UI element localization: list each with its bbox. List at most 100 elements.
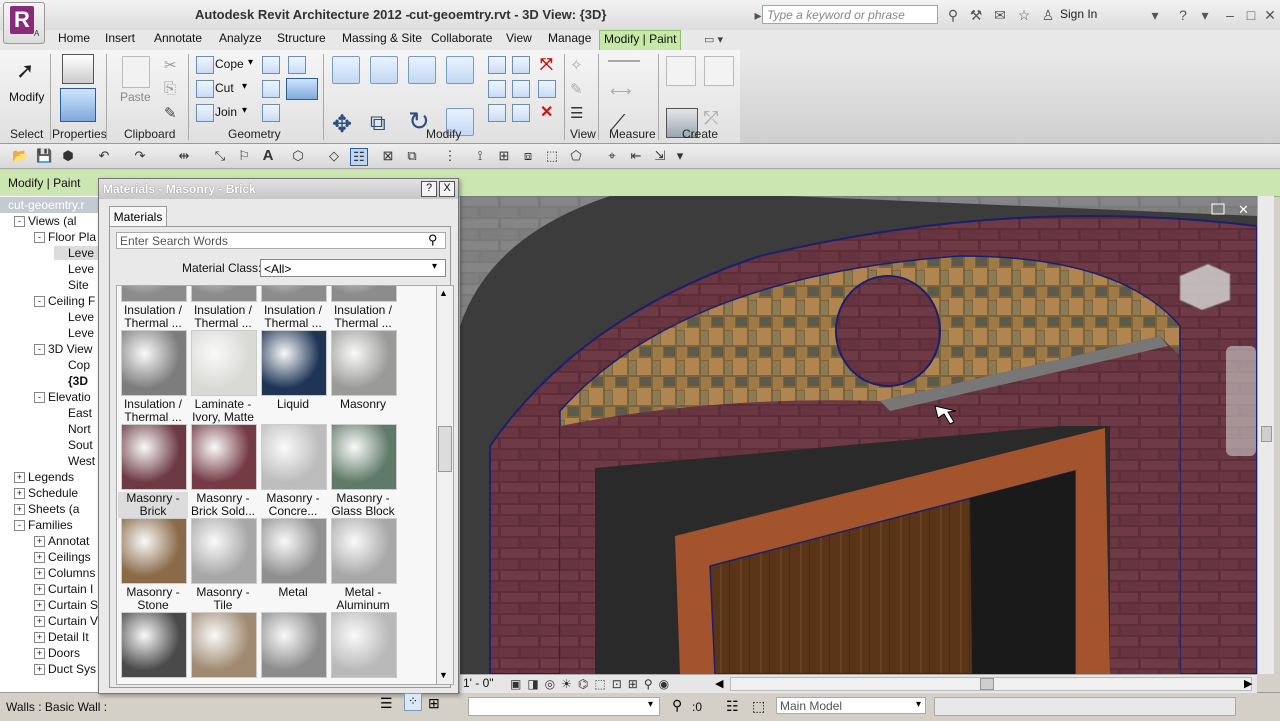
expand-icon[interactable]: +	[34, 664, 45, 676]
override-graphics-icon[interactable]: ✧	[570, 56, 583, 74]
measure-tool-icon[interactable]: ⇹	[176, 148, 192, 164]
aligned-dimension-icon[interactable]	[608, 60, 640, 66]
expand-icon[interactable]: +	[34, 600, 45, 612]
tab-manage[interactable]: Manage	[544, 30, 595, 49]
demolish-icon[interactable]	[288, 56, 306, 74]
filter-icon[interactable]: ⬚	[544, 148, 560, 164]
split-element-icon[interactable]	[512, 56, 530, 74]
material-grid-scrollbar[interactable]: ▲ ▼	[436, 285, 454, 685]
tag-icon[interactable]: ⚐	[236, 148, 252, 164]
pin-icon[interactable]	[488, 104, 506, 122]
unpin-icon[interactable]	[512, 104, 530, 122]
modify-button[interactable]: Modify	[9, 90, 44, 104]
navigation-bar[interactable]	[1226, 346, 1256, 456]
scroll-up-icon[interactable]: ▲	[439, 288, 448, 298]
material-swatch[interactable]	[191, 330, 257, 396]
customize-qat-icon[interactable]: ▾	[672, 148, 688, 164]
material-swatch-label[interactable]: Metal	[258, 586, 328, 599]
infocenter-search-input[interactable]: Type a keyword or phrase	[762, 5, 938, 24]
material-swatch-label[interactable]: Laminate - Ivory, Matte	[188, 398, 258, 424]
material-swatch[interactable]	[121, 612, 187, 678]
copy-icon[interactable]: ⎘	[164, 80, 176, 97]
cope-icon[interactable]	[196, 56, 214, 74]
ribbon-minimize-icon[interactable]: ▭ ▾	[704, 33, 723, 46]
material-swatch-label[interactable]: Insulation / Thermal ...	[328, 304, 398, 330]
help-dropdown-icon[interactable]: ▾	[1197, 7, 1213, 23]
minimize-window-icon[interactable]: –	[1222, 7, 1238, 23]
material-swatch[interactable]	[331, 330, 397, 396]
close-hidden-windows-icon[interactable]: ⊠	[380, 148, 396, 164]
view-scroll-left-icon[interactable]: ◀	[715, 677, 723, 690]
close-window-icon[interactable]: ✕	[1262, 7, 1278, 23]
material-swatch-label[interactable]: Insulation / Thermal ...	[118, 398, 188, 424]
type-properties-icon[interactable]	[62, 54, 94, 84]
expand-icon[interactable]: +	[34, 648, 45, 660]
expand-icon[interactable]: +	[14, 504, 25, 516]
material-swatch[interactable]	[191, 286, 257, 302]
list-view-icon[interactable]: ☰	[380, 695, 393, 712]
tab-home[interactable]: Home	[54, 30, 94, 49]
tab-annotate[interactable]: Annotate	[150, 30, 206, 49]
material-swatch[interactable]	[331, 518, 397, 584]
open-icon[interactable]: 📂	[12, 148, 28, 164]
material-swatch[interactable]	[191, 518, 257, 584]
3d-view-canvas[interactable]: ✕	[460, 196, 1257, 674]
material-swatch[interactable]	[331, 612, 397, 678]
wireframe-icon[interactable]: ⌖	[604, 148, 620, 164]
trim-icon[interactable]	[488, 56, 506, 74]
measure-icon[interactable]: ⟷	[610, 82, 632, 100]
cut-dropdown-icon[interactable]: ▾	[242, 81, 247, 92]
small-icons-view-icon[interactable]: ⁘	[404, 693, 422, 711]
sign-in-dropdown-icon[interactable]: ▾	[1147, 7, 1163, 23]
view-hscroll-thumb[interactable]	[980, 678, 994, 690]
view-control-icons[interactable]: ▣◨◎☀⌬⬚⊡⊞⚲◉	[510, 677, 675, 691]
collapse-icon[interactable]: -	[34, 392, 45, 404]
thin-lines-icon[interactable]: ☷	[350, 148, 368, 166]
view-vertical-scrollbar[interactable]	[1257, 196, 1274, 674]
view-scroll-thumb[interactable]	[1261, 426, 1272, 442]
dialog-close-button[interactable]: X	[439, 181, 455, 197]
expand-icon[interactable]: +	[34, 552, 45, 564]
material-search-input[interactable]: Enter Search Words	[116, 232, 446, 249]
material-swatch-label[interactable]: Masonry - Glass Block	[328, 492, 398, 518]
design-option-selector[interactable]: Main Model	[776, 697, 926, 714]
application-menu-button[interactable]: R A	[3, 2, 45, 44]
expand-icon[interactable]: +	[14, 472, 25, 484]
qa-more-icon[interactable]: ⇲	[652, 148, 668, 164]
material-swatch-label[interactable]: Insulation / Thermal ...	[258, 304, 328, 330]
expand-icon[interactable]: +	[34, 632, 45, 644]
cut-scissors-icon[interactable]: ✂	[164, 56, 177, 74]
view-scroll-right-icon[interactable]: ▶	[1244, 677, 1252, 690]
material-class-dropdown-icon[interactable]: ▾	[432, 261, 437, 272]
cut-geometry-icon[interactable]	[196, 80, 214, 98]
material-swatch-label[interactable]: Liquid	[258, 398, 328, 411]
material-scroll-thumb[interactable]	[438, 426, 452, 472]
subscription-icon[interactable]: ⚒	[968, 7, 984, 23]
view-cube-qa-icon[interactable]: ⬠	[568, 148, 584, 164]
tab-massing-site[interactable]: Massing & Site	[338, 30, 426, 49]
maximize-window-icon[interactable]: □	[1243, 7, 1259, 23]
material-swatch-label[interactable]: Insulation / Thermal ...	[188, 304, 258, 330]
expand-icon[interactable]: +	[34, 584, 45, 596]
join-icon[interactable]	[196, 104, 214, 122]
design-options-icon[interactable]: ⬚	[752, 698, 765, 715]
workset-icon[interactable]: ⧈	[520, 148, 536, 164]
dialog-help-button[interactable]: ?	[421, 181, 437, 197]
split-icon[interactable]	[262, 104, 280, 122]
editing-requests-icon[interactable]: ☷	[726, 698, 739, 715]
material-swatch-label[interactable]: Masonry - Stone	[118, 586, 188, 612]
paste-button[interactable]: Paste	[120, 90, 151, 104]
expand-icon[interactable]: +	[14, 488, 25, 500]
collapse-icon[interactable]: -	[34, 344, 45, 356]
collapse-icon[interactable]: -	[34, 296, 45, 308]
material-swatch[interactable]	[261, 424, 327, 490]
visibility-graphics-icon[interactable]: ⊞	[496, 148, 512, 164]
material-swatch[interactable]	[121, 518, 187, 584]
material-swatch[interactable]	[121, 330, 187, 396]
undo-icon[interactable]: ↶	[96, 148, 112, 164]
design-option-dropdown-icon[interactable]: ▾	[916, 699, 921, 710]
section-icon[interactable]: ◇	[326, 148, 342, 164]
tab-modify-paint[interactable]: Modify | Paint	[599, 30, 682, 50]
material-swatch[interactable]	[121, 424, 187, 490]
synchronize-icon[interactable]: ⬢	[60, 148, 76, 164]
